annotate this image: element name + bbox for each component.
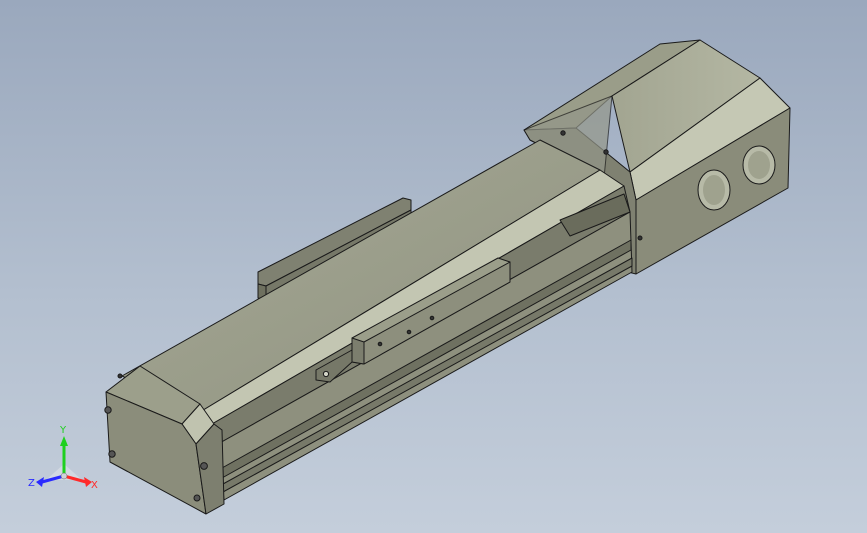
y-axis-label: Y bbox=[59, 425, 67, 436]
3d-model-view[interactable]: Y X Z bbox=[0, 0, 867, 533]
cad-viewport[interactable]: Y X Z bbox=[0, 0, 867, 533]
z-axis-label: Z bbox=[28, 478, 35, 489]
axis-triad[interactable]: Y X Z bbox=[28, 425, 98, 491]
actuator-model bbox=[104, 39, 791, 515]
x-axis-label: X bbox=[91, 480, 98, 491]
